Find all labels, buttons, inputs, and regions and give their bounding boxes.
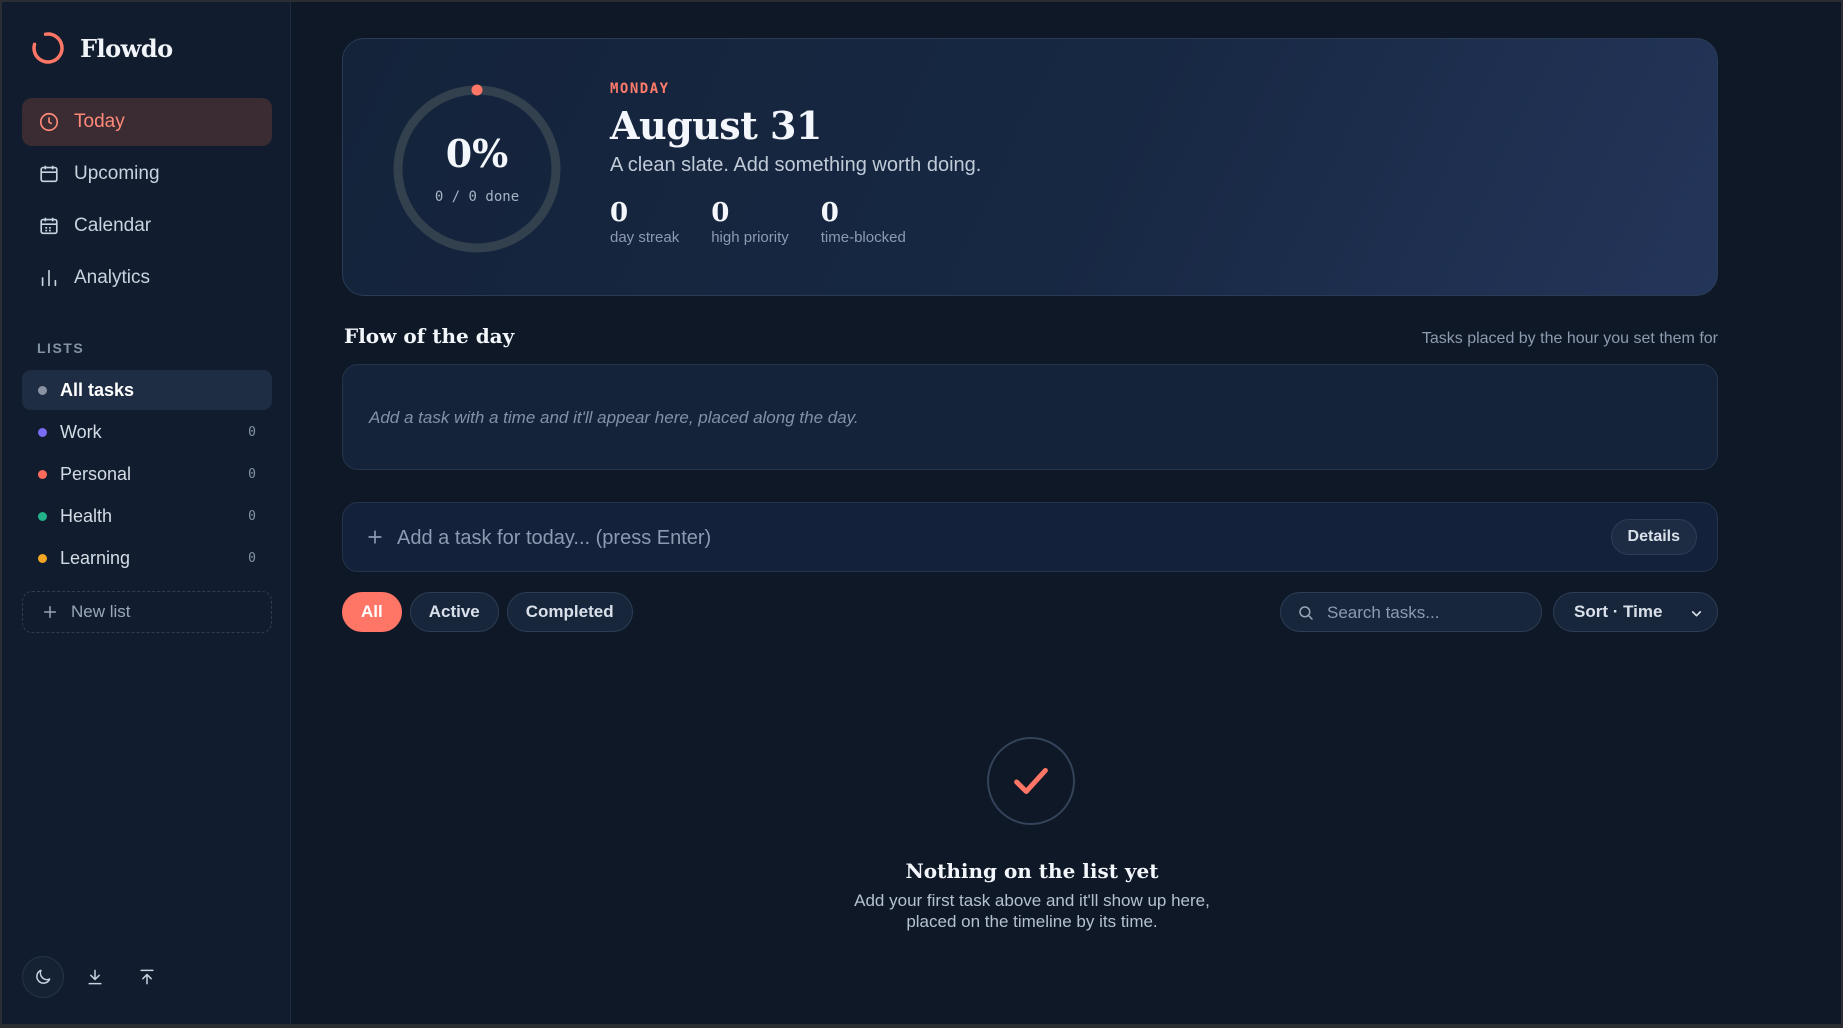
stat-time-blocked: 0 time-blocked	[821, 199, 906, 246]
stat-label: high priority	[711, 229, 789, 246]
search-icon	[1299, 606, 1313, 620]
export-button[interactable]	[74, 956, 116, 998]
stat-value: 0	[820, 198, 839, 228]
stat-label: time-blocked	[820, 229, 906, 246]
nav-item-today[interactable]: Today	[22, 98, 272, 146]
list-item-all-tasks[interactable]: All tasks	[22, 370, 272, 410]
list-color-dot	[38, 427, 47, 437]
moon-icon	[36, 969, 51, 984]
plus-icon	[44, 606, 56, 618]
timeline-empty-text: Add a task with a time and it'll appear …	[369, 408, 859, 427]
list-item-label: Health	[60, 505, 113, 526]
list-item-count: 0	[248, 466, 256, 482]
download-icon	[88, 969, 102, 985]
filter-chips: All Active Completed	[342, 592, 633, 632]
list-color-dot	[38, 469, 47, 479]
app-name: Flowdo	[80, 33, 173, 63]
list-color-dot	[38, 385, 47, 395]
add-task-bar: Details	[342, 502, 1718, 572]
list-item-health[interactable]: Health 0	[22, 496, 272, 536]
flow-section-hint: Tasks placed by the hour you set them fo…	[1421, 330, 1718, 347]
lists: All tasks Work 0 Personal 0 Health 0 Lea…	[22, 370, 272, 580]
bar-chart-icon	[41, 269, 57, 287]
empty-state-description: Add your first task above and it'll show…	[742, 890, 1322, 932]
page-title: August 31	[610, 103, 822, 148]
filter-active[interactable]: Active	[409, 592, 499, 632]
nav-item-label: Upcoming	[74, 163, 160, 184]
list-color-dot	[38, 553, 47, 563]
brand[interactable]: Flowdo	[30, 30, 173, 66]
progress-done-count: 0 / 0 done	[434, 189, 520, 205]
nav-item-calendar[interactable]: Calendar	[22, 202, 272, 250]
weekday-label: MONDAY	[610, 81, 670, 97]
nav-item-label: Analytics	[74, 267, 151, 288]
sort-label: Sort · Time	[1574, 602, 1663, 621]
theme-toggle-button[interactable]	[22, 956, 64, 998]
hero-text: MONDAY August 31 A clean slate. Add some…	[610, 81, 981, 246]
stat-label: day streak	[610, 229, 680, 246]
chevron-down-icon	[1691, 611, 1702, 617]
sidebar: Flowdo Today Upcoming Calendar Analytics…	[2, 2, 291, 1024]
app-window: Flowdo Today Upcoming Calendar Analytics…	[2, 2, 1841, 1024]
sidebar-footer	[22, 956, 168, 998]
list-item-count: 0	[248, 424, 256, 440]
day-timeline: Add a task with a time and it'll appear …	[342, 364, 1718, 470]
checkmark-icon	[1014, 767, 1048, 795]
progress-ring: 0% 0 / 0 done	[391, 83, 563, 255]
stat-high-priority: 0 high priority	[711, 199, 789, 246]
hero-subtitle: A clean slate. Add something worth doing…	[610, 154, 982, 176]
stat-day-streak: 0 day streak	[610, 199, 679, 246]
stat-value: 0	[610, 198, 629, 228]
search-box	[1280, 592, 1542, 632]
filter-completed[interactable]: Completed	[506, 592, 633, 632]
plus-icon	[368, 530, 382, 544]
main-nav: Today Upcoming Calendar Analytics	[22, 98, 272, 306]
search-input[interactable]	[1327, 599, 1527, 627]
lists-section-label: LISTS	[37, 340, 85, 356]
logo-icon	[32, 32, 64, 64]
list-item-label: Personal	[60, 463, 132, 484]
list-item-count: 0	[248, 550, 256, 566]
flow-section-title: Flow of the day	[344, 324, 515, 348]
list-color-dot	[38, 511, 47, 521]
empty-state-line: Add your first task above and it'll show…	[854, 891, 1210, 910]
nav-item-upcoming[interactable]: Upcoming	[22, 150, 272, 198]
empty-state-badge	[987, 737, 1075, 825]
new-list-button[interactable]: New list	[22, 591, 272, 633]
add-task-input[interactable]	[397, 521, 1597, 555]
import-button[interactable]	[126, 956, 168, 998]
today-summary-card: 0% 0 / 0 done MONDAY August 31 A clean s…	[342, 38, 1718, 296]
upload-icon	[140, 969, 154, 985]
list-item-label: Work	[60, 421, 102, 442]
empty-state-title: Nothing on the list yet	[905, 859, 1159, 883]
filter-all[interactable]: All	[342, 592, 402, 632]
new-list-label: New list	[71, 602, 131, 621]
list-item-count: 0	[248, 508, 256, 524]
stats-row: 0 day streak 0 high priority 0 time-bloc…	[610, 199, 981, 246]
nav-item-analytics[interactable]: Analytics	[22, 254, 272, 302]
calendar-icon	[40, 165, 58, 183]
list-item-label: Learning	[60, 547, 131, 568]
list-item-personal[interactable]: Personal 0	[22, 454, 272, 494]
list-item-learning[interactable]: Learning 0	[22, 538, 272, 578]
sort-select[interactable]: Sort · Time	[1553, 592, 1718, 632]
stat-value: 0	[711, 198, 730, 228]
clock-icon	[39, 112, 59, 132]
nav-item-label: Calendar	[74, 215, 152, 236]
nav-item-label: Today	[74, 111, 125, 132]
list-item-label: All tasks	[60, 379, 135, 400]
details-button[interactable]: Details	[1610, 519, 1697, 555]
calendar-grid-icon	[40, 217, 58, 235]
progress-percent: 0%	[445, 131, 509, 176]
list-item-work[interactable]: Work 0	[22, 412, 272, 452]
empty-state-line: placed on the timeline by its time.	[906, 912, 1158, 931]
